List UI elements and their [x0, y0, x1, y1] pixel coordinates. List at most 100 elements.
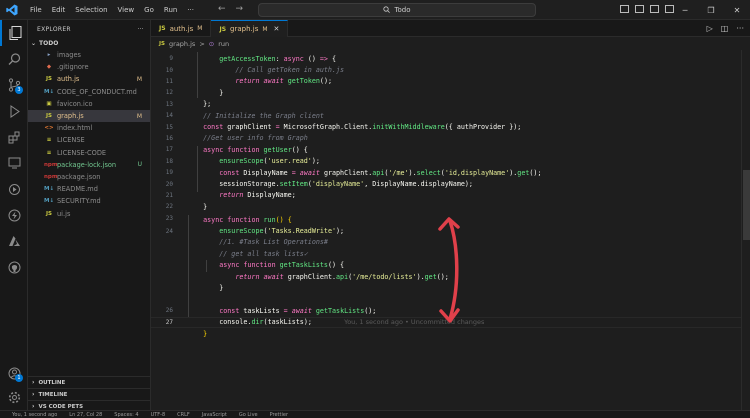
- tab-graph-js[interactable]: JS graph.js M ✕: [211, 20, 289, 37]
- md-file-icon: M↓: [44, 88, 55, 95]
- github-actions-icon[interactable]: [0, 176, 28, 202]
- accounts-icon[interactable]: 1: [0, 360, 28, 386]
- status-item[interactable]: Ln 27, Col 28: [69, 412, 102, 418]
- explorer-title: EXPLORER: [37, 25, 71, 33]
- maximize-icon[interactable]: ❐: [698, 0, 724, 20]
- status-item[interactable]: You, 1 second ago: [12, 412, 57, 418]
- file-item[interactable]: JS auth.js M: [28, 73, 150, 85]
- file-tree: ▸ images ◆ .gitignore JS auth.js M M↓ CODE_OF_CO…: [28, 49, 150, 220]
- file-item[interactable]: JS ui.js: [28, 207, 150, 219]
- file-item[interactable]: JS graph.js M: [28, 109, 150, 123]
- outline-title: OUTLINE: [38, 379, 66, 386]
- menu-selection[interactable]: Selection: [70, 6, 112, 14]
- code-line: 20 sessionStorage.setItem('displayName',…: [165, 180, 473, 189]
- menu-run[interactable]: Run: [159, 6, 182, 14]
- chevron-down-icon: ⌄: [31, 40, 37, 47]
- file-name: LICENSE-CODE: [57, 148, 107, 157]
- more-actions-icon[interactable]: ···: [736, 24, 744, 33]
- code-line: 10 // Call getToken in auth.js: [165, 66, 345, 75]
- remote-explorer-icon[interactable]: [0, 150, 28, 176]
- file-name: LICENSE: [57, 136, 85, 145]
- file-item[interactable]: npm package-lock.json U: [28, 159, 150, 171]
- code-line: 9 getAccessToken: async () => {: [169, 54, 337, 63]
- status-item[interactable]: UTF-8: [151, 412, 166, 418]
- command-center[interactable]: Todo: [258, 3, 536, 17]
- outline-section[interactable]: › OUTLINE: [28, 376, 151, 388]
- close-icon[interactable]: ✕: [724, 0, 750, 20]
- breadcrumb-separator: >: [199, 40, 205, 48]
- file-item[interactable]: ▣ favicon.ico: [28, 98, 150, 110]
- menu-more[interactable]: ···: [182, 6, 199, 14]
- file-item[interactable]: M↓ SECURITY.md: [28, 195, 150, 207]
- file-name: .gitignore: [57, 63, 89, 72]
- file-item[interactable]: <> index.html: [28, 122, 150, 134]
- run-debug-icon[interactable]: [0, 98, 28, 124]
- workspace-folder[interactable]: ⌄ TODO: [28, 38, 150, 49]
- status-item[interactable]: Go Live: [239, 412, 258, 418]
- azure-icon[interactable]: [0, 228, 28, 254]
- source-control-icon[interactable]: 3: [0, 72, 28, 98]
- layout-controls: [620, 5, 674, 13]
- folder-file-icon: ▸: [47, 52, 51, 59]
- file-item[interactable]: ≡ LICENSE: [28, 134, 150, 146]
- menu-edit[interactable]: Edit: [47, 6, 71, 14]
- back-arrow-icon[interactable]: ←: [218, 4, 226, 14]
- editor-scrollbar[interactable]: [741, 50, 750, 410]
- toggle-secondary-sidebar-icon[interactable]: [650, 5, 659, 13]
- git-file-icon: ◆: [46, 64, 52, 71]
- file-item[interactable]: M↓ README.md: [28, 183, 150, 195]
- source-control-badge: 3: [15, 86, 23, 94]
- tab-auth-js[interactable]: JS auth.js M: [151, 20, 212, 37]
- settings-gear-icon[interactable]: [0, 384, 28, 410]
- code-line: 18 ensureScope('user.read');: [165, 157, 320, 166]
- status-item[interactable]: Prettier: [270, 412, 288, 418]
- lightning-icon[interactable]: [0, 202, 28, 228]
- timeline-section[interactable]: › TIMELINE: [28, 388, 151, 400]
- file-name: README.md: [57, 185, 98, 194]
- vscode-pets-title: VS CODE PETS: [38, 403, 84, 410]
- toggle-sidebar-icon[interactable]: [620, 5, 629, 13]
- extensions-icon[interactable]: [0, 124, 28, 150]
- github-icon[interactable]: [0, 254, 28, 280]
- nav-arrows: ← →: [218, 4, 243, 14]
- file-item[interactable]: ◆ .gitignore: [28, 61, 150, 73]
- menu-go[interactable]: Go: [139, 6, 159, 14]
- code-line: 11 return await getToken();: [165, 77, 333, 86]
- forward-arrow-icon[interactable]: →: [236, 4, 244, 14]
- file-name: index.html: [57, 124, 93, 133]
- status-item[interactable]: JavaScript: [202, 412, 227, 418]
- breadcrumb: JS graph.js > ⊙ run: [151, 38, 750, 50]
- scrollbar-thumb[interactable]: [743, 170, 750, 240]
- split-editor-icon[interactable]: ◫: [721, 24, 729, 33]
- file-item[interactable]: ≡ LICENSE-CODE: [28, 147, 150, 159]
- chevron-right-icon: ›: [32, 391, 35, 398]
- menu-view[interactable]: View: [113, 6, 140, 14]
- code-editor[interactable]: 9 getAccessToken: async () => { 10 // Ca…: [151, 50, 741, 410]
- close-tab-icon[interactable]: ✕: [274, 25, 280, 33]
- search-view-icon[interactable]: [0, 46, 28, 72]
- file-name: images: [57, 51, 81, 60]
- file-name: graph.js: [57, 112, 84, 121]
- file-item[interactable]: npm package.json: [28, 171, 150, 183]
- minimize-icon[interactable]: ─: [672, 0, 698, 20]
- code-line: 12 }: [165, 88, 224, 97]
- file-item[interactable]: ▸ images: [28, 49, 150, 61]
- html-file-icon: <>: [44, 125, 54, 132]
- license-file-icon: ≡: [46, 149, 52, 156]
- toggle-panel-icon[interactable]: [635, 5, 644, 13]
- menu-bar: File Edit Selection View Go Run ···: [25, 6, 199, 14]
- status-item[interactable]: CRLF: [177, 412, 190, 418]
- js-file-icon: JS: [45, 76, 52, 83]
- status-item[interactable]: Spaces: 4: [114, 412, 138, 418]
- breadcrumb-symbol[interactable]: run: [218, 40, 229, 48]
- run-icon[interactable]: ▷: [707, 24, 713, 33]
- menu-file[interactable]: File: [25, 6, 47, 14]
- javascript-file-icon: JS: [159, 41, 166, 47]
- command-center-text: Todo: [394, 6, 411, 14]
- file-item[interactable]: M↓ CODE_OF_CONDUCT.md: [28, 86, 150, 98]
- breadcrumb-file[interactable]: graph.js: [169, 40, 195, 48]
- tab-modified-status: M: [262, 25, 268, 33]
- explorer-icon[interactable]: [0, 20, 28, 46]
- explorer-more-button[interactable]: ···: [137, 26, 144, 33]
